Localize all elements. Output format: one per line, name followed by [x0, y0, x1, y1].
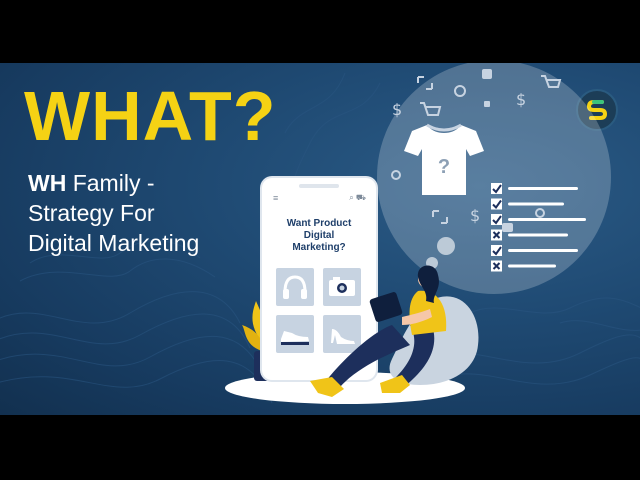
video-frame: WHAT? WH Family - Strategy For Digital M…	[0, 0, 640, 480]
woman-illustration	[310, 265, 447, 397]
thumbnail-banner: WHAT? WH Family - Strategy For Digital M…	[0, 63, 640, 415]
